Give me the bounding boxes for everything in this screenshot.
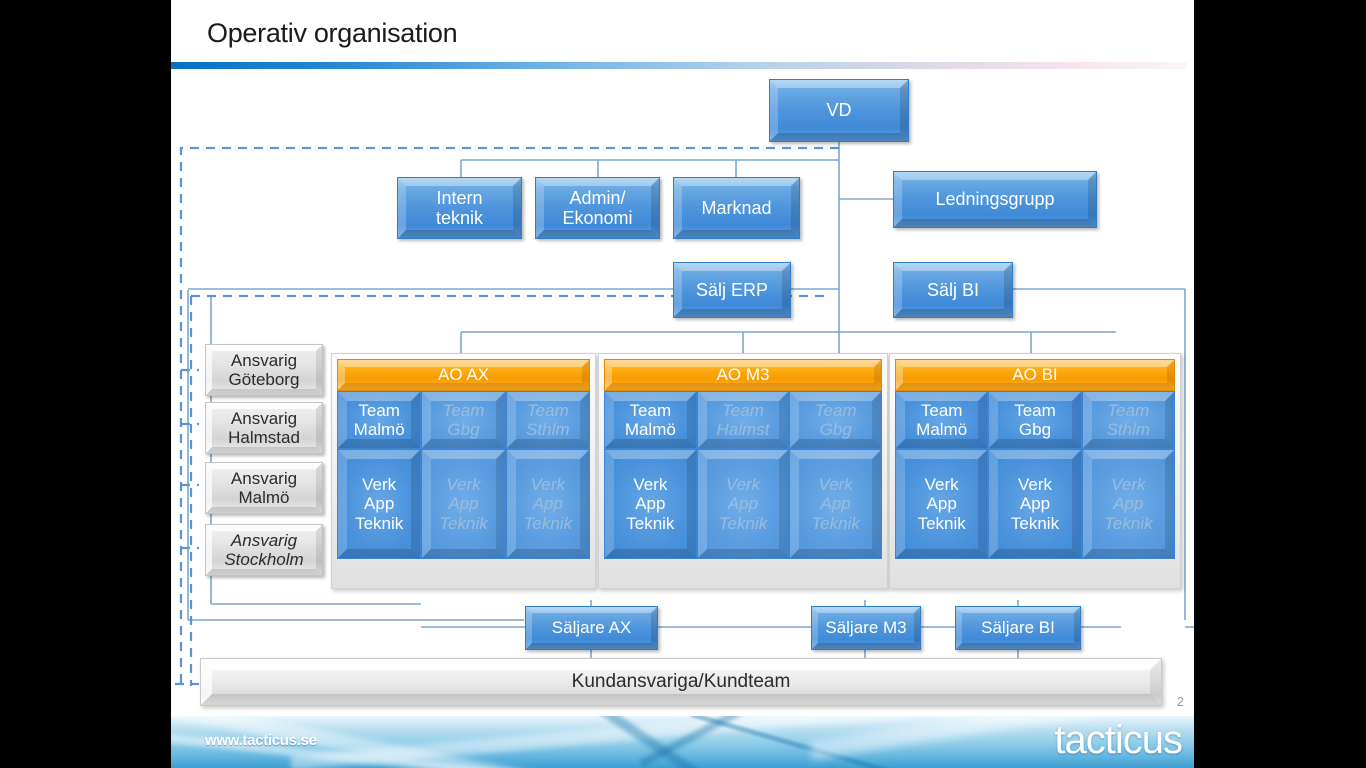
node-salj-erp-label: Sälj ERP xyxy=(695,279,769,300)
node-intern-teknik[interactable]: Intern teknik xyxy=(397,177,522,239)
ansvarig-label: Ansvarig Stockholm xyxy=(224,530,304,569)
ansvarig-box-2[interactable]: Ansvarig Malmö xyxy=(205,462,323,514)
ao-team-label: Team Malmö xyxy=(624,400,676,439)
ao-team-cell-2-0[interactable]: Team Malmö xyxy=(895,391,989,449)
ao-group-header-1[interactable]: AO M3 xyxy=(604,359,882,391)
ao-verk-label: Verk App Teknik xyxy=(355,475,404,533)
node-admin-ekonomi[interactable]: Admin/Ekonomi xyxy=(535,177,660,239)
node-marknad-label: Marknad xyxy=(701,197,772,218)
node-saljare-m3[interactable]: Säljare M3 xyxy=(811,606,921,650)
ao-verk-label: Verk App Teknik xyxy=(439,475,488,533)
node-salj-bi[interactable]: Sälj BI xyxy=(893,262,1013,318)
ao-team-cell-1-1[interactable]: Team Halmst xyxy=(696,391,790,449)
ao-verk-cell-1-2[interactable]: Verk App Teknik xyxy=(789,449,882,559)
slide-number: 2 xyxy=(1176,694,1184,709)
ao-verk-label: Verk App Teknik xyxy=(1104,475,1153,533)
ao-verk-label: Verk App Teknik xyxy=(811,475,860,533)
node-saljare-m3-label: Säljare M3 xyxy=(825,618,907,638)
ao-group-header-2[interactable]: AO BI xyxy=(895,359,1175,391)
node-admin-ekonomi-label: Admin/Ekonomi xyxy=(562,187,633,228)
node-ledningsgrupp[interactable]: Ledningsgrupp xyxy=(893,171,1097,228)
node-saljare-bi[interactable]: Säljare BI xyxy=(955,606,1081,650)
ao-verk-cell-1-0[interactable]: Verk App Teknik xyxy=(604,449,697,559)
ao-team-cell-0-1[interactable]: Team Gbg xyxy=(421,391,506,449)
node-vd-label: VD xyxy=(826,100,852,121)
node-salj-erp[interactable]: Sälj ERP xyxy=(673,262,791,318)
ao-team-label: Team Malmö xyxy=(916,400,968,439)
ao-team-cell-2-2[interactable]: Team Sthlm xyxy=(1081,391,1175,449)
ansvarig-label: Ansvarig Göteborg xyxy=(228,350,300,389)
ao-verk-cell-0-1[interactable]: Verk App Teknik xyxy=(421,449,506,559)
node-marknad[interactable]: Marknad xyxy=(673,177,800,239)
node-vd[interactable]: VD xyxy=(769,79,909,142)
ao-verk-cell-0-2[interactable]: Verk App Teknik xyxy=(505,449,590,559)
ao-team-label: Team Gbg xyxy=(442,400,485,439)
footer-banner: www.tacticus.se tacticus xyxy=(171,716,1194,768)
slide-canvas: Operativ organisation VD Intern teknik A… xyxy=(171,0,1194,768)
kundansvariga-bar[interactable]: Kundansvariga/Kundteam xyxy=(200,658,1162,706)
ansvarig-box-1[interactable]: Ansvarig Halmstad xyxy=(205,402,323,454)
footer-brand-logo: tacticus xyxy=(1054,718,1183,762)
ao-team-label: Team Sthlm xyxy=(526,400,570,439)
ansvarig-label: Ansvarig Malmö xyxy=(230,468,298,507)
node-salj-bi-label: Sälj BI xyxy=(926,279,980,300)
footer-site-url[interactable]: www.tacticus.se xyxy=(205,732,317,749)
ao-verk-label: Verk App Teknik xyxy=(718,475,768,533)
ao-verk-cell-2-0[interactable]: Verk App Teknik xyxy=(895,449,989,559)
ansvarig-label: Ansvarig Halmstad xyxy=(228,408,300,447)
node-saljare-bi-label: Säljare BI xyxy=(981,618,1055,638)
ao-group-header-0[interactable]: AO AX xyxy=(337,359,590,391)
node-intern-teknik-label: Intern teknik xyxy=(435,187,484,228)
ao-team-label: Team Halmst xyxy=(716,400,770,439)
ao-team-cell-0-0[interactable]: Team Malmö xyxy=(337,391,422,449)
ao-team-label: Team Gbg xyxy=(1014,400,1056,439)
ao-group-header-label: AO BI xyxy=(1012,365,1058,384)
ao-team-label: Team Malmö xyxy=(353,400,405,439)
ao-verk-cell-1-1[interactable]: Verk App Teknik xyxy=(696,449,790,559)
ao-verk-label: Verk App Teknik xyxy=(523,475,573,533)
ao-verk-cell-0-0[interactable]: Verk App Teknik xyxy=(337,449,422,559)
ao-team-cell-0-2[interactable]: Team Sthlm xyxy=(505,391,590,449)
ansvarig-box-3[interactable]: Ansvarig Stockholm xyxy=(205,524,323,576)
ao-verk-label: Verk App Teknik xyxy=(626,475,675,533)
ao-verk-cell-2-1[interactable]: Verk App Teknik xyxy=(988,449,1082,559)
ao-verk-label: Verk App Teknik xyxy=(917,475,966,533)
ao-verk-label: Verk App Teknik xyxy=(1010,475,1060,533)
ao-team-cell-1-0[interactable]: Team Malmö xyxy=(604,391,697,449)
ansvarig-box-0[interactable]: Ansvarig Göteborg xyxy=(205,344,323,396)
ao-group-header-label: AO AX xyxy=(437,365,490,384)
ao-group-header-label: AO M3 xyxy=(716,365,770,384)
node-saljare-ax-label: Säljare AX xyxy=(551,618,632,638)
ao-team-cell-1-2[interactable]: Team Gbg xyxy=(789,391,882,449)
ao-team-label: Team Gbg xyxy=(814,400,857,439)
kundansvariga-label: Kundansvariga/Kundteam xyxy=(571,671,791,692)
ao-team-label: Team Sthlm xyxy=(1106,400,1151,439)
node-saljare-ax[interactable]: Säljare AX xyxy=(525,606,658,650)
ao-team-cell-2-1[interactable]: Team Gbg xyxy=(988,391,1082,449)
ao-verk-cell-2-2[interactable]: Verk App Teknik xyxy=(1081,449,1175,559)
node-ledningsgrupp-label: Ledningsgrupp xyxy=(935,189,1055,210)
